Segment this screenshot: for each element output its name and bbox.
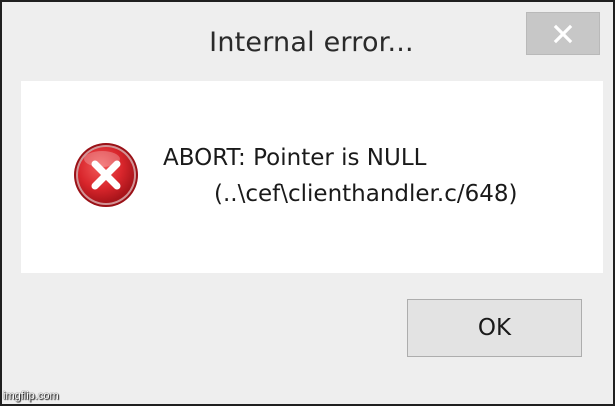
error-icon xyxy=(74,143,138,207)
ok-button[interactable]: OK xyxy=(407,299,582,357)
dialog-content: ABORT: Pointer is NULL (..\cef\clienthan… xyxy=(21,81,603,273)
error-location: (..\cef\clienthandler.c/648) xyxy=(214,181,518,207)
title-bar: Internal error... xyxy=(2,2,613,80)
watermark-text: imgflip.com xyxy=(3,390,59,402)
close-icon xyxy=(553,24,573,44)
close-button[interactable] xyxy=(526,12,600,55)
error-message: ABORT: Pointer is NULL xyxy=(163,145,427,171)
error-dialog: Internal error... ABORT: Pointer is NULL… xyxy=(0,0,615,406)
dialog-title: Internal error... xyxy=(209,27,414,58)
dialog-footer: OK xyxy=(2,273,613,404)
